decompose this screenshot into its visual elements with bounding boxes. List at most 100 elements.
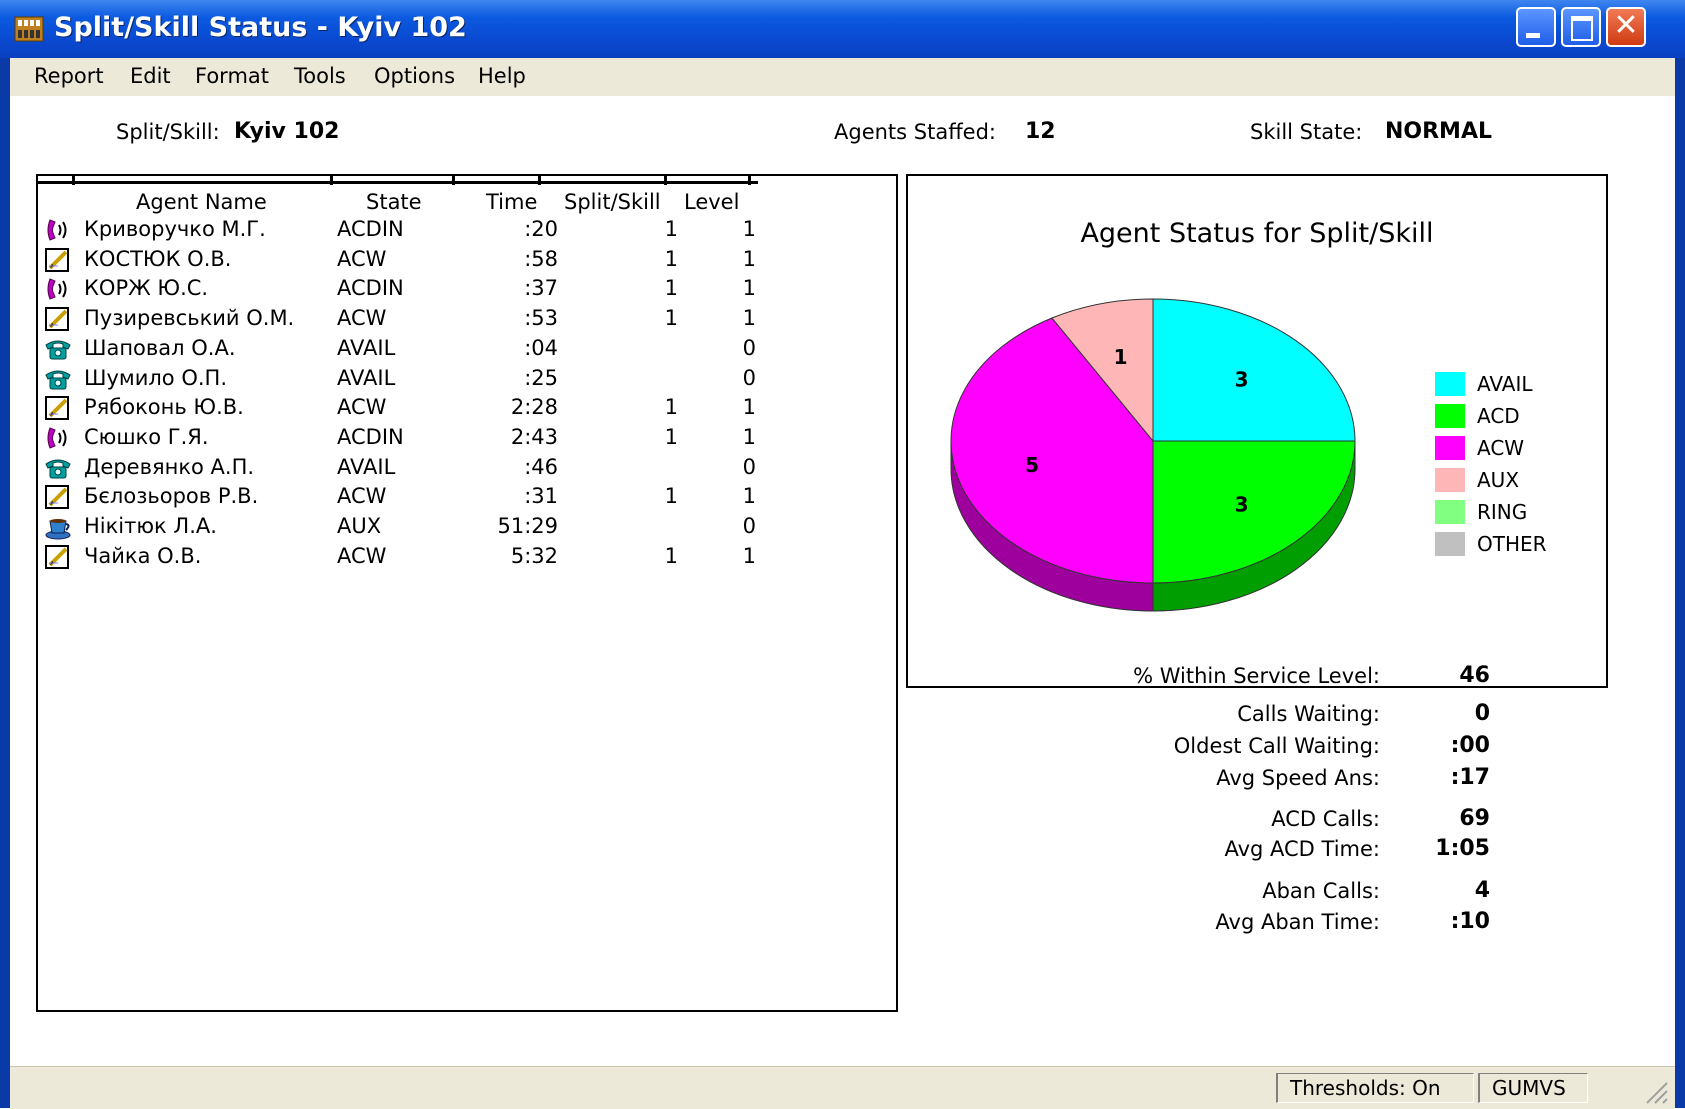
agent-time-cell: :04 — [524, 335, 558, 360]
column-divider[interactable] — [330, 176, 333, 185]
legend-label: OTHER — [1477, 532, 1547, 556]
column-divider[interactable] — [664, 176, 667, 185]
window-title: Split/Skill Status - Kyiv 102 — [54, 12, 467, 43]
table-row[interactable]: КОСТЮК О.В. ACW:58 1 1 — [38, 244, 898, 276]
acd-call-icon — [44, 424, 72, 452]
legend-swatch — [1435, 372, 1465, 396]
agent-level-cell: 1 — [742, 246, 756, 271]
maximize-button[interactable] — [1561, 7, 1601, 47]
agent-time-cell: 5:32 — [510, 543, 558, 568]
agent-split-cell: 1 — [664, 484, 678, 509]
table-row[interactable]: Рябоконь Ю.В. ACW 2:28 1 1 — [38, 392, 898, 424]
agent-level-cell: 1 — [742, 276, 756, 301]
table-row[interactable]: Шумило О.П. AVAIL:25 0 — [38, 363, 898, 395]
agent-name-cell: Пузиревський О.М. — [84, 306, 295, 331]
menu-format[interactable]: Format — [195, 64, 269, 88]
stat-label: Aban Calls: — [1262, 879, 1380, 903]
stat-label: Avg Aban Time: — [1215, 910, 1380, 934]
column-header-time[interactable]: Time — [486, 190, 537, 214]
legend-swatch — [1435, 532, 1465, 556]
menu-tools[interactable]: Tools — [294, 64, 346, 88]
agent-name-cell: Нікітюк Л.А. — [84, 514, 217, 538]
stat-value: :00 — [1450, 733, 1490, 758]
acw-notepad-icon — [44, 543, 72, 571]
acd-call-icon — [44, 216, 72, 244]
agent-time-cell: 2:43 — [510, 424, 558, 449]
column-header-level[interactable]: Level — [684, 190, 739, 214]
minimize-button[interactable] — [1516, 7, 1556, 47]
column-header-agent-name[interactable]: Agent Name — [136, 190, 267, 214]
agent-time-cell: :37 — [524, 276, 558, 301]
table-row[interactable]: Бєлозьоров Р.В. ACW:31 1 1 — [38, 481, 898, 513]
agent-level-cell: 0 — [742, 365, 756, 390]
agent-name-cell: КОРЖ Ю.С. — [84, 276, 209, 301]
agent-name-cell: Шаповал О.А. — [84, 335, 236, 360]
table-row[interactable]: Шаповал О.А. AVAIL:04 0 — [38, 333, 898, 365]
agents-staffed-value: 12 — [1025, 119, 1056, 144]
pie-slice-label: 3 — [1235, 492, 1249, 516]
column-divider[interactable] — [72, 176, 75, 185]
column-header-state[interactable]: State — [366, 190, 422, 214]
pie-slice-label: 1 — [1114, 345, 1128, 369]
table-row[interactable]: Пузиревський О.М. ACW:53 1 1 — [38, 303, 898, 335]
agent-state-cell: ACW — [337, 543, 387, 568]
agent-state-cell: ACDIN — [337, 217, 404, 241]
column-header-split-skill[interactable]: Split/Skill — [564, 190, 661, 214]
table-row[interactable]: Криворучко М.Г. ACDIN:20 1 1 — [38, 214, 898, 246]
pie-chart: 3 3 5 1 — [950, 298, 1356, 612]
agent-state-cell: ACW — [337, 484, 387, 509]
agent-level-cell: 1 — [742, 395, 756, 420]
agent-level-cell: 1 — [742, 484, 756, 509]
agent-name-cell: Чайка О.В. — [84, 543, 202, 568]
avail-phone-icon — [44, 365, 72, 393]
title-bar[interactable]: Split/Skill Status - Kyiv 102 ✕ — [0, 0, 1685, 58]
table-row[interactable]: Нікітюк Л.А. AUX 51:29 0 — [38, 511, 898, 543]
stat-value: 1:05 — [1435, 836, 1490, 861]
menu-edit[interactable]: Edit — [130, 64, 171, 88]
skill-state-value: NORMAL — [1385, 119, 1492, 144]
agent-state-cell: ACW — [337, 306, 387, 331]
pie-slice-label: 3 — [1235, 368, 1249, 392]
stat-value: :10 — [1450, 909, 1490, 934]
menu-help[interactable]: Help — [478, 64, 526, 88]
menu-report[interactable]: Report — [34, 64, 104, 88]
skill-state-label: Skill State: — [1250, 120, 1363, 144]
agent-table[interactable]: Agent Name State Time Split/Skill Level … — [36, 174, 898, 1012]
agent-name-cell: КОСТЮК О.В. — [84, 246, 232, 271]
legend-label: AUX — [1477, 468, 1520, 492]
close-button[interactable]: ✕ — [1606, 7, 1646, 47]
pie-slice-label: 5 — [1025, 453, 1039, 477]
server-status: GUMVS — [1478, 1073, 1588, 1103]
agent-level-cell: 1 — [742, 217, 756, 241]
stat-label: ACD Calls: — [1271, 807, 1380, 831]
agent-level-cell: 1 — [742, 424, 756, 449]
agent-state-cell: ACW — [337, 395, 387, 420]
legend-label: ACW — [1477, 436, 1525, 460]
table-row[interactable]: КОРЖ Ю.С. ACDIN:37 1 1 — [38, 273, 898, 305]
resize-grip-icon[interactable] — [1641, 1077, 1669, 1105]
app-icon — [14, 16, 44, 42]
menu-options[interactable]: Options — [374, 64, 455, 88]
stat-value: :17 — [1450, 765, 1490, 790]
table-row[interactable]: Чайка О.В. ACW 5:32 1 1 — [38, 541, 898, 573]
agent-state-cell: AVAIL — [337, 335, 396, 360]
agent-state-cell: AVAIL — [337, 454, 396, 479]
table-row[interactable]: Деревянко А.П. AVAIL:46 0 — [38, 452, 898, 484]
column-divider[interactable] — [538, 176, 541, 185]
legend-label: RING — [1477, 500, 1528, 524]
acw-notepad-icon — [44, 394, 72, 422]
acw-notepad-icon — [44, 305, 72, 333]
column-divider[interactable] — [452, 176, 455, 185]
stat-value: 46 — [1459, 663, 1490, 688]
agent-state-cell: AUX — [337, 514, 382, 538]
agent-status-chart: Agent Status for Split/Skill 3351 AVAIL A… — [906, 174, 1608, 688]
stat-label: Avg ACD Time: — [1224, 837, 1380, 861]
column-resize-bar — [38, 176, 758, 184]
table-row[interactable]: Сюшко Г.Я. ACDIN 2:43 1 1 — [38, 422, 898, 454]
client-area: Report Edit Format Tools Options Help Sp… — [10, 58, 1675, 1109]
pie-slice — [1152, 440, 1356, 584]
stat-label: Oldest Call Waiting: — [1173, 734, 1380, 758]
avail-phone-icon — [44, 335, 72, 363]
column-divider[interactable] — [748, 176, 751, 185]
acw-notepad-icon — [44, 483, 72, 511]
